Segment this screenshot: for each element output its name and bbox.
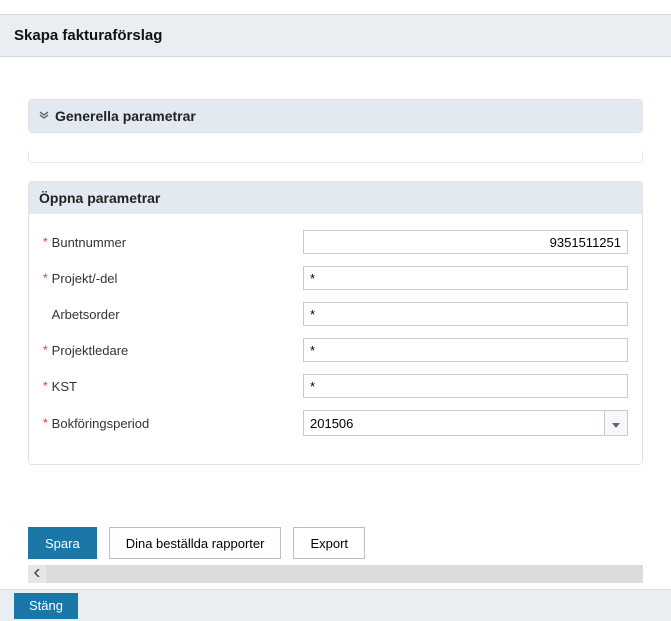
input-buntnummer[interactable] xyxy=(303,230,628,254)
label-arbetsorder: Arbetsorder xyxy=(52,307,120,322)
label-kst: KST xyxy=(52,379,77,394)
required-marker: * xyxy=(43,417,48,429)
chevron-down-icon xyxy=(612,416,620,431)
panel-open-body: * Buntnummer * Projekt/-del * xyxy=(29,214,642,464)
row-kst: * KST xyxy=(43,368,628,404)
save-button[interactable]: Spara xyxy=(28,527,97,559)
label-buntnummer: Buntnummer xyxy=(52,235,126,250)
panel-general-title: Generella parametrar xyxy=(55,108,196,124)
panel-general-body-strip xyxy=(28,151,643,163)
button-bar: Spara Dina beställda rapporter Export xyxy=(28,527,365,559)
required-marker: * xyxy=(43,344,48,356)
collapse-icon xyxy=(39,110,49,123)
required-marker: * xyxy=(43,272,48,284)
label-projektledare: Projektledare xyxy=(52,343,129,358)
row-period: * Bokföringsperiod xyxy=(43,404,628,442)
panel-open-title: Öppna parametrar xyxy=(39,190,160,206)
label-period: Bokföringsperiod xyxy=(52,416,150,431)
input-kst[interactable] xyxy=(303,374,628,398)
ordered-reports-button[interactable]: Dina beställda rapporter xyxy=(109,527,282,559)
required-marker: * xyxy=(43,380,48,392)
page-header: Skapa fakturaförslag xyxy=(0,14,671,57)
panel-open-parameters: Öppna parametrar * Buntnummer * Projekt/… xyxy=(28,181,643,465)
scroll-left-arrow[interactable] xyxy=(28,565,46,583)
row-projektledare: * Projektledare xyxy=(43,332,628,368)
panel-general-parameters: Generella parametrar xyxy=(28,99,643,133)
footer-bar: Stäng xyxy=(0,589,671,621)
scroll-track[interactable] xyxy=(46,565,643,583)
horizontal-scrollbar[interactable] xyxy=(28,565,643,583)
input-projektledare[interactable] xyxy=(303,338,628,362)
input-projekt[interactable] xyxy=(303,266,628,290)
label-projekt: Projekt/-del xyxy=(52,271,118,286)
row-projekt: * Projekt/-del xyxy=(43,260,628,296)
close-button[interactable]: Stäng xyxy=(14,593,78,619)
row-buntnummer: * Buntnummer xyxy=(43,224,628,260)
row-arbetsorder: * Arbetsorder xyxy=(43,296,628,332)
export-button[interactable]: Export xyxy=(293,527,365,559)
required-marker: * xyxy=(43,236,48,248)
dropdown-button-period[interactable] xyxy=(604,410,628,436)
page-title: Skapa fakturaförslag xyxy=(14,27,657,44)
content-area: Generella parametrar Öppna parametrar * … xyxy=(0,69,671,483)
panel-open-header[interactable]: Öppna parametrar xyxy=(29,182,642,214)
select-period xyxy=(303,410,628,436)
input-arbetsorder[interactable] xyxy=(303,302,628,326)
input-period[interactable] xyxy=(303,410,628,436)
chevron-left-icon xyxy=(34,569,40,580)
panel-general-header[interactable]: Generella parametrar xyxy=(29,100,642,132)
